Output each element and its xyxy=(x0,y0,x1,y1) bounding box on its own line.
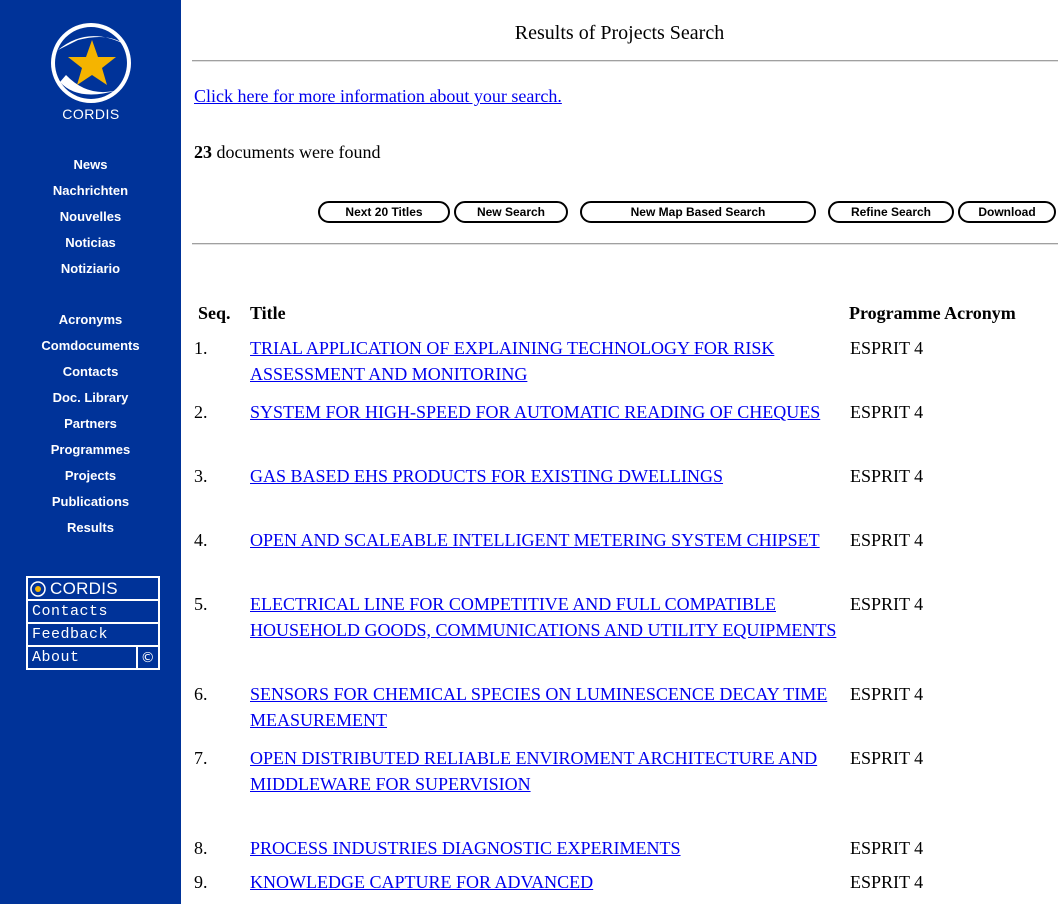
results-count-number: 23 xyxy=(194,142,212,162)
nav-contacts[interactable]: Contacts xyxy=(0,359,181,385)
row-title-link[interactable]: GAS BASED EHS PRODUCTS FOR EXISTING DWEL… xyxy=(250,463,840,489)
nav-noticias[interactable]: Noticias xyxy=(0,230,181,256)
header-seq: Seq. xyxy=(198,303,231,323)
cordis-box-brand: CORDIS xyxy=(50,578,118,598)
row-programme: ESPRIT 4 xyxy=(850,748,924,768)
page-title: Results of Projects Search xyxy=(514,22,725,44)
nav-results[interactable]: Results xyxy=(0,515,181,541)
nav-publications[interactable]: Publications xyxy=(0,489,181,515)
copyright-icon[interactable]: © xyxy=(136,647,158,668)
row-seq: 7. xyxy=(194,748,208,768)
row-seq: 3. xyxy=(194,466,208,486)
nav-nachrichten[interactable]: Nachrichten xyxy=(0,178,181,204)
row-programme: ESPRIT 4 xyxy=(850,530,924,550)
search-info-link[interactable]: Click here for more information about yo… xyxy=(194,86,562,107)
row-programme: ESPRIT 4 xyxy=(850,684,924,704)
cordis-box-header[interactable]: CORDIS xyxy=(28,578,158,601)
row-seq: 5. xyxy=(194,594,208,614)
cordis-service-box: CORDIS Contacts Feedback About © xyxy=(26,576,160,670)
nav-news-languages: News Nachrichten Nouvelles Noticias Noti… xyxy=(0,152,181,282)
row-programme: ESPRIT 4 xyxy=(850,872,924,892)
divider-bottom xyxy=(192,243,1058,245)
row-title-link[interactable]: SYSTEM FOR HIGH-SPEED FOR AUTOMATIC READ… xyxy=(250,399,840,425)
row-programme: ESPRIT 4 xyxy=(850,466,924,486)
header-programme: Programme Acronym xyxy=(849,303,1016,323)
row-seq: 1. xyxy=(194,338,208,358)
row-programme: ESPRIT 4 xyxy=(850,594,924,614)
cordis-star-icon xyxy=(51,23,131,103)
row-title-link[interactable]: KNOWLEDGE CAPTURE FOR ADVANCED xyxy=(250,869,840,895)
row-title-link[interactable]: OPEN AND SCALEABLE INTELLIGENT METERING … xyxy=(250,527,840,553)
header-title: Title xyxy=(250,303,286,323)
row-title-link[interactable]: SENSORS FOR CHEMICAL SPECIES ON LUMINESC… xyxy=(250,681,840,733)
nav-comdocuments[interactable]: Comdocuments xyxy=(0,333,181,359)
box-contacts-label: Contacts xyxy=(32,603,109,620)
row-seq: 2. xyxy=(194,402,208,422)
row-programme: ESPRIT 4 xyxy=(850,402,924,422)
nav-news[interactable]: News xyxy=(0,152,181,178)
logo-label: CORDIS xyxy=(62,106,120,122)
new-search-button[interactable]: New Search xyxy=(454,201,568,223)
row-seq: 4. xyxy=(194,530,208,550)
divider-top xyxy=(192,60,1058,62)
results-count: 23 documents were found xyxy=(194,142,380,163)
row-title-link[interactable]: PROCESS INDUSTRIES DIAGNOSTIC EXPERIMENT… xyxy=(250,835,840,861)
box-about-link[interactable]: About © xyxy=(28,647,158,668)
next-20-titles-button[interactable]: Next 20 Titles xyxy=(318,201,450,223)
nav-acronyms[interactable]: Acronyms xyxy=(0,307,181,333)
row-programme: ESPRIT 4 xyxy=(850,838,924,858)
box-about-label: About xyxy=(32,649,80,666)
results-count-text: documents were found xyxy=(212,142,381,162)
nav-partners[interactable]: Partners xyxy=(0,411,181,437)
nav-programmes[interactable]: Programmes xyxy=(0,437,181,463)
cordis-logo[interactable]: CORDIS xyxy=(46,20,136,130)
row-seq: 9. xyxy=(194,872,208,892)
nav-notiziario[interactable]: Notiziario xyxy=(0,256,181,282)
download-button[interactable]: Download xyxy=(958,201,1056,223)
refine-search-button[interactable]: Refine Search xyxy=(828,201,954,223)
box-feedback-link[interactable]: Feedback xyxy=(28,624,158,647)
sidebar: CORDIS News Nachrichten Nouvelles Notici… xyxy=(0,0,181,904)
cordis-mini-logo-icon xyxy=(28,578,48,599)
nav-databases: Acronyms Comdocuments Contacts Doc. Libr… xyxy=(0,307,181,541)
row-seq: 6. xyxy=(194,684,208,704)
row-title-link[interactable]: ELECTRICAL LINE FOR COMPETITIVE AND FULL… xyxy=(250,591,840,643)
row-title-link[interactable]: TRIAL APPLICATION OF EXPLAINING TECHNOLO… xyxy=(250,335,840,387)
box-contacts-link[interactable]: Contacts xyxy=(28,601,158,624)
row-seq: 8. xyxy=(194,838,208,858)
nav-doc-library[interactable]: Doc. Library xyxy=(0,385,181,411)
new-map-search-button[interactable]: New Map Based Search xyxy=(580,201,816,223)
nav-projects[interactable]: Projects xyxy=(0,463,181,489)
row-programme: ESPRIT 4 xyxy=(850,338,924,358)
box-feedback-label: Feedback xyxy=(32,626,109,643)
row-title-link[interactable]: OPEN DISTRIBUTED RELIABLE ENVIROMENT ARC… xyxy=(250,745,840,797)
nav-nouvelles[interactable]: Nouvelles xyxy=(0,204,181,230)
